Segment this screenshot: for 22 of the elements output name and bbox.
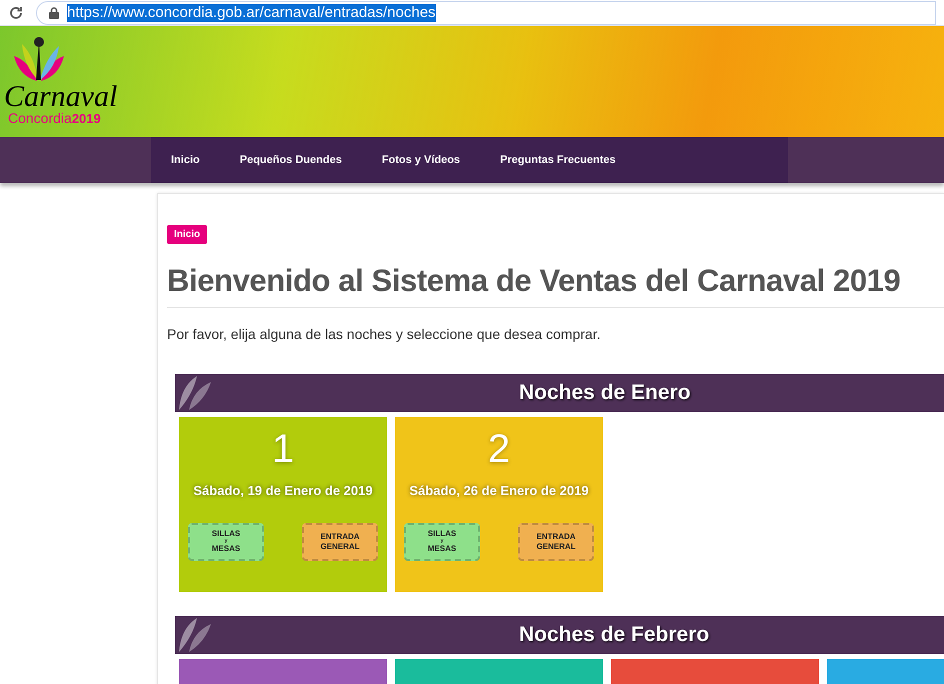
- nav-link[interactable]: Inicio: [156, 146, 215, 174]
- page-heading: Bienvenido al Sistema de Ventas del Carnaval 2019: [167, 262, 902, 300]
- logo-year: 2019: [72, 111, 101, 127]
- intro-text: Por favor, elija alguna de las noches y seleccione que desea comprar.: [167, 325, 602, 344]
- night-date: Sábado, 19 de Enero de 2019: [193, 482, 373, 500]
- lock-icon: [49, 6, 59, 18]
- nav-link[interactable]: Preguntas Frecuentes: [485, 146, 631, 174]
- night-number: 1: [272, 427, 294, 471]
- breadcrumb-link[interactable]: Inicio: [167, 225, 208, 244]
- ticket-button[interactable]: ENTRADA GENERAL: [518, 522, 594, 560]
- reload-icon[interactable]: [8, 4, 24, 20]
- address-bar[interactable]: https://www.concordia.gob.ar/carnaval/entradas/noches: [36, 0, 936, 24]
- month-title: Noches de Enero: [519, 380, 691, 406]
- ticket-button[interactable]: ENTRADA GENERAL: [302, 522, 378, 560]
- logo-subtitle: Concordia: [8, 110, 72, 126]
- nav-link[interactable]: Fotos y Vídeos: [366, 146, 476, 174]
- night-date: Sábado, 26 de Enero de 2019: [409, 482, 589, 500]
- logo-title: Carnaval: [4, 84, 118, 110]
- nav-link[interactable]: Pequeños Duendes: [224, 146, 357, 174]
- month-title: Noches de Febrero: [519, 622, 710, 648]
- url-text: https://www.concordia.gob.ar/carnaval/entradas/noches: [67, 4, 436, 22]
- night-number: 2: [488, 427, 510, 471]
